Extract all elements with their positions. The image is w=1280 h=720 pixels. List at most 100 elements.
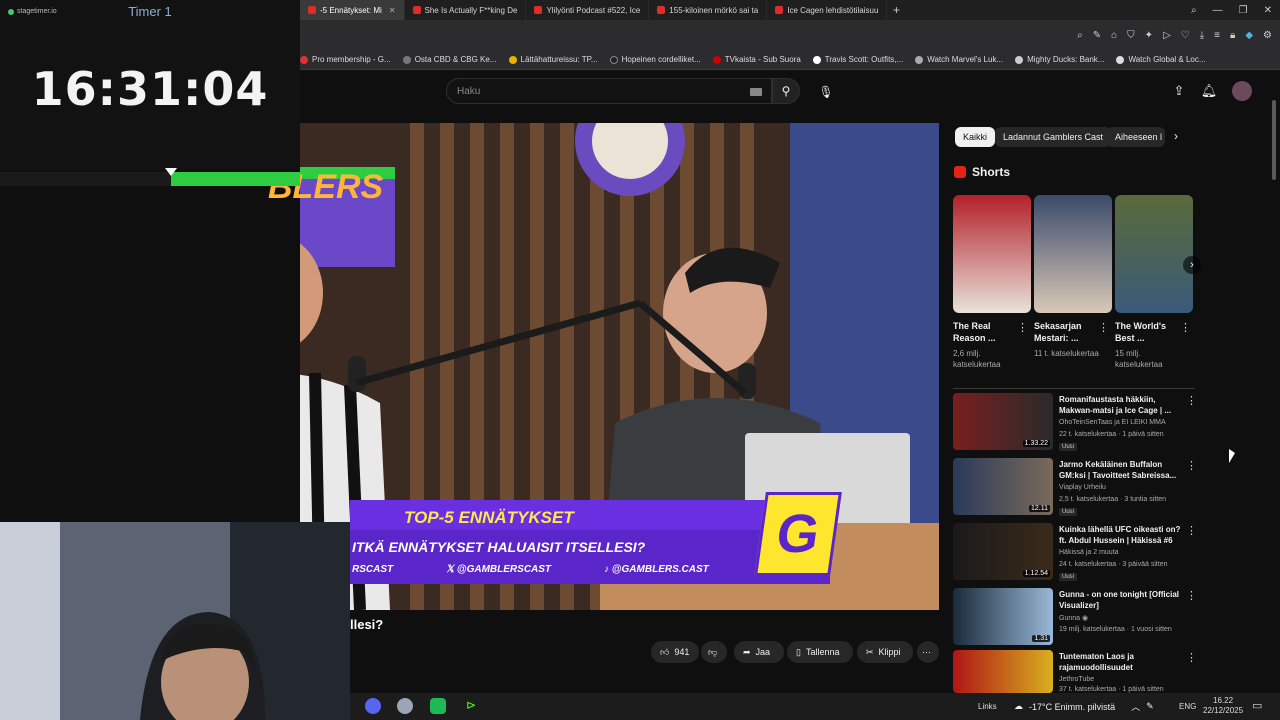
- channel-name[interactable]: OhoTeinSenTaas ja EI LEIKI MMA: [1059, 419, 1166, 426]
- video-thumbnail[interactable]: 12.11: [953, 458, 1053, 515]
- like-button[interactable]: 👍︎ 941: [651, 641, 699, 663]
- short-thumbnail[interactable]: [1034, 195, 1112, 313]
- pen-icon[interactable]: ✎: [1146, 701, 1154, 712]
- share-button[interactable]: ➦ Jaa: [734, 641, 784, 663]
- kick-icon[interactable]: ⊳: [463, 698, 479, 714]
- kebab-menu-icon[interactable]: ⋮: [1186, 524, 1197, 537]
- browser-tab[interactable]: -5 Ennätykset: Mi ✕: [300, 0, 405, 20]
- video-title[interactable]: Jarmo Kekäläinen Buffalon GM:ksi | Tavoi…: [1059, 459, 1183, 481]
- close-window-icon[interactable]: ✕: [1264, 5, 1272, 16]
- kebab-menu-icon[interactable]: ⋮: [1186, 459, 1197, 472]
- settings-icon[interactable]: ⚙: [1263, 30, 1272, 41]
- upload-button[interactable]: ⇪: [1168, 80, 1190, 102]
- notifications-button[interactable]: 🔔︎: [1198, 80, 1220, 102]
- maximize-icon[interactable]: ❐: [1239, 5, 1248, 16]
- more-actions-button[interactable]: ⋯: [917, 641, 939, 663]
- lens-icon[interactable]: ⌕: [1077, 30, 1083, 41]
- timer-value: 16:31:04: [31, 62, 269, 116]
- chip-channel[interactable]: Ladannut Gamblers Cast: [995, 127, 1112, 147]
- heart-icon[interactable]: ♡: [1181, 30, 1190, 41]
- short-title[interactable]: The World's Best ...: [1115, 320, 1181, 344]
- bookmark-item[interactable]: Osta CBD & CBG Ke...: [402, 55, 497, 64]
- short-thumbnail[interactable]: [953, 195, 1031, 313]
- bookmark-item[interactable]: TVkaista - Sub Suora: [712, 55, 801, 64]
- news-favicon-icon: [657, 6, 666, 14]
- search-button[interactable]: ⚲: [772, 78, 800, 104]
- video-title[interactable]: Tuntematon Laos ja rajamuodollisuudet: [1059, 651, 1183, 673]
- kebab-menu-icon[interactable]: ⋮: [1186, 651, 1197, 664]
- lower-third-question: ITKÄ ENNÄTYKSET HALUAISIT ITSELLESI?: [352, 539, 646, 555]
- bookmark-item[interactable]: Travis Scott: Outfits,...: [812, 55, 903, 64]
- channel-name[interactable]: Gunna ◉: [1059, 614, 1088, 622]
- app-icon[interactable]: [430, 698, 446, 714]
- short-thumbnail[interactable]: [1115, 195, 1193, 313]
- voice-search-button[interactable]: 🎙︎: [814, 80, 838, 104]
- clock[interactable]: 16.22 22/12/2025: [1203, 696, 1243, 716]
- dislike-button[interactable]: 👎︎: [701, 641, 727, 663]
- bookmark-item[interactable]: Lättähattureissu: TP...: [508, 55, 598, 64]
- short-title[interactable]: Sekasarjan Mestari: ...: [1034, 320, 1100, 344]
- extension-icon[interactable]: ✦: [1145, 30, 1153, 41]
- video-title[interactable]: Romanifaustasta häkkiin, Makwan-matsi ja…: [1059, 394, 1183, 416]
- weather-widget[interactable]: ☁ -17°C Enimm. pilvistä ︿ ✎: [1014, 700, 1154, 713]
- search-tabs-icon[interactable]: ⌕: [1191, 5, 1197, 16]
- browser-tab[interactable]: Ylilyönti Podcast #522, Ice: [526, 0, 650, 20]
- bookmark-item[interactable]: Pro membership - G...: [300, 55, 391, 64]
- shorts-next-button[interactable]: ›: [1183, 256, 1201, 274]
- notification-icon[interactable]: ▭: [1252, 699, 1262, 712]
- timer-progress-marker: [165, 168, 177, 176]
- lock-icon[interactable]: 🔒︎: [1230, 30, 1235, 41]
- bookmark-item[interactable]: Watch Marvel's Luk...: [915, 55, 1003, 64]
- chip-all[interactable]: Kaikki: [955, 127, 996, 147]
- video-thumbnail[interactable]: [953, 650, 1053, 693]
- save-button[interactable]: ▯ Tallenna: [787, 641, 853, 663]
- language-indicator[interactable]: ENG: [1179, 702, 1196, 711]
- shield-icon[interactable]: ⛉: [1127, 30, 1135, 41]
- clip-button[interactable]: ✂ Klippi: [857, 641, 913, 663]
- taskbar-links[interactable]: Links: [978, 702, 997, 711]
- channel-name[interactable]: Häkissä ja 2 muuta: [1059, 549, 1119, 556]
- browser-tab[interactable]: 155-kiloinen mörkö sai ta: [649, 0, 768, 20]
- profile-icon[interactable]: ◆: [1245, 30, 1253, 41]
- download-icon[interactable]: ⤓: [1200, 30, 1204, 41]
- home-icon[interactable]: ⌂: [1111, 30, 1117, 41]
- new-tab-button[interactable]: +: [887, 3, 905, 17]
- browser-tab[interactable]: Ice Cagen lehdistötilaisuu: [767, 0, 888, 20]
- channel-name[interactable]: JethroTube: [1059, 676, 1094, 683]
- keyboard-icon[interactable]: [750, 88, 762, 96]
- app-icon[interactable]: [397, 698, 413, 714]
- kebab-menu-icon[interactable]: ⋮: [1186, 589, 1197, 602]
- kebab-menu-icon[interactable]: ⋮: [1017, 321, 1028, 334]
- chevron-right-icon[interactable]: ›: [1174, 129, 1178, 143]
- avatar[interactable]: [1232, 81, 1252, 101]
- video-title[interactable]: Kuinka lähellä UFC oikeasti on? ft. Abdu…: [1059, 524, 1183, 546]
- close-icon[interactable]: ✕: [389, 6, 396, 15]
- browser-tab[interactable]: She Is Actually F**king De: [405, 0, 527, 20]
- edit-icon[interactable]: ✎: [1093, 30, 1101, 41]
- weather-text: -17°C Enimm. pilvistä: [1029, 701, 1116, 712]
- play-icon[interactable]: ▷: [1163, 30, 1171, 41]
- bookmark-item[interactable]: Watch Global & Loc...: [1116, 55, 1206, 64]
- channel-name[interactable]: Viaplay Urheilu: [1059, 484, 1106, 491]
- search-icon: ⚲: [781, 84, 791, 98]
- bookmark-label: Hopeinen cordelliket...: [621, 55, 701, 64]
- video-thumbnail[interactable]: 1.12.54: [953, 523, 1053, 580]
- scrollbar[interactable]: [1272, 100, 1276, 180]
- video-thumbnail[interactable]: 1.33.22: [953, 393, 1053, 450]
- bookmark-item[interactable]: Hopeinen cordelliket...: [609, 55, 701, 64]
- youtube-favicon-icon: [412, 6, 421, 14]
- kebab-menu-icon[interactable]: ⋮: [1098, 321, 1109, 334]
- bookmark-item[interactable]: Mighty Ducks: Bank...: [1015, 55, 1104, 64]
- discord-icon[interactable]: [365, 698, 381, 714]
- video-title[interactable]: Gunna - on one tonight [Official Visuali…: [1059, 589, 1183, 611]
- kebab-menu-icon[interactable]: ⋮: [1186, 394, 1197, 407]
- chevron-up-icon[interactable]: ︿: [1131, 700, 1140, 713]
- minimize-icon[interactable]: —: [1213, 5, 1223, 16]
- search-input[interactable]: Haku: [446, 78, 772, 104]
- video-thumbnail[interactable]: 1.31: [953, 588, 1053, 645]
- kebab-menu-icon[interactable]: ⋮: [1180, 321, 1191, 334]
- chip-related[interactable]: Aiheeseen l: [1107, 127, 1165, 147]
- video-meta: 2,5 t. katselukertaa · 3 tuntia sitten: [1059, 496, 1167, 503]
- short-title[interactable]: The Real Reason ...: [953, 320, 1019, 344]
- menu-icon[interactable]: ≡: [1214, 30, 1220, 41]
